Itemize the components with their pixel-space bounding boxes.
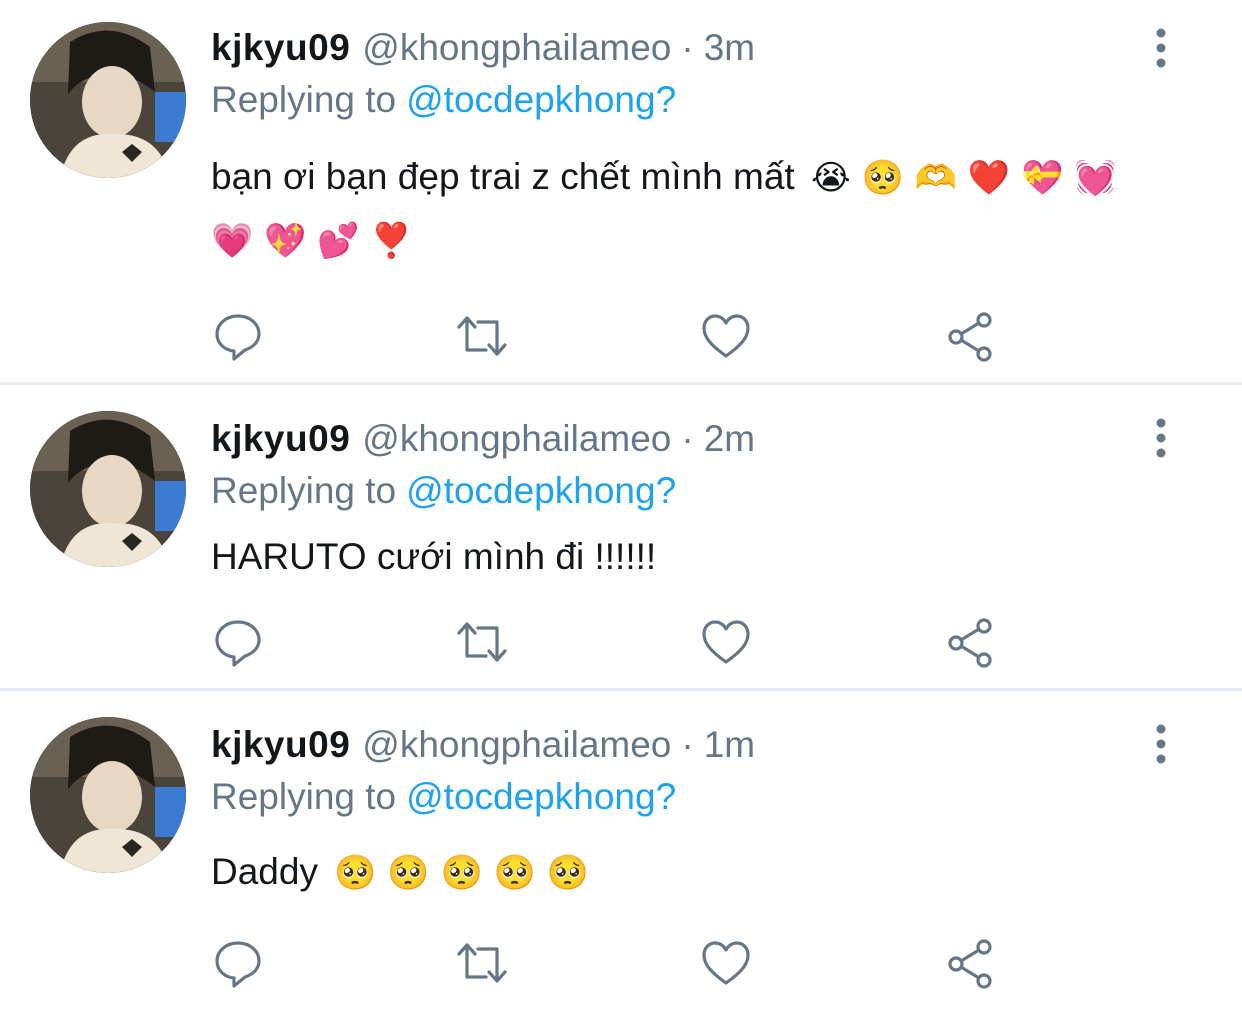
- tweet-text: bạn ơi bạn đẹp trai z chết mình mất 😭 🥺 …: [211, 146, 1191, 272]
- mention-link[interactable]: @tocdepkhong?: [406, 79, 676, 120]
- tweet-header: kjkyu09 @khongphailameo · 3m: [211, 26, 755, 70]
- timestamp[interactable]: 2m: [704, 418, 755, 459]
- replying-to: Replying to @tocdepkhong?: [211, 78, 676, 122]
- replying-to-label: Replying to: [211, 79, 397, 120]
- handle[interactable]: @khongphailameo: [362, 724, 671, 765]
- avatar[interactable]: [30, 411, 186, 567]
- avatar-photo: [30, 717, 186, 873]
- timestamp[interactable]: 1m: [704, 724, 755, 765]
- replying-to: Replying to @tocdepkhong?: [211, 469, 676, 513]
- handle[interactable]: @khongphailameo: [362, 27, 671, 68]
- username[interactable]: kjkyu09: [211, 418, 350, 459]
- emoji-line: 🥺 🥺 🥺 🥺 🥺: [334, 853, 590, 893]
- more-vertical-icon[interactable]: [1152, 724, 1170, 764]
- retweet-icon[interactable]: [456, 310, 508, 362]
- emoji-line: 💗 💖 💕 ❣️: [211, 221, 413, 261]
- tweet-text: HARUTO cưới mình đi !!!!!!: [211, 526, 1191, 588]
- tweet[interactable]: kjkyu09 @khongphailameo · 3m Replying to @to…: [0, 0, 1242, 382]
- username[interactable]: kjkyu09: [211, 27, 350, 68]
- tweet-text-line: bạn ơi bạn đẹp trai z chết mình mất: [211, 156, 795, 197]
- tweet-header: kjkyu09 @khongphailameo · 1m: [211, 723, 755, 767]
- mention-link[interactable]: @tocdepkhong?: [406, 470, 676, 511]
- avatar-photo: [30, 411, 186, 567]
- reply-icon[interactable]: [212, 616, 264, 668]
- more-vertical-icon[interactable]: [1152, 28, 1170, 68]
- reply-icon[interactable]: [212, 937, 264, 989]
- avatar-photo: [30, 22, 186, 178]
- timestamp[interactable]: 3m: [704, 27, 755, 68]
- share-icon[interactable]: [944, 616, 996, 668]
- more-vertical-icon[interactable]: [1152, 418, 1170, 458]
- tweet-header: kjkyu09 @khongphailameo · 2m: [211, 417, 755, 461]
- retweet-icon[interactable]: [456, 616, 508, 668]
- like-icon[interactable]: [700, 310, 752, 362]
- retweet-icon[interactable]: [456, 937, 508, 989]
- handle[interactable]: @khongphailameo: [362, 418, 671, 459]
- like-icon[interactable]: [700, 616, 752, 668]
- like-icon[interactable]: [700, 937, 752, 989]
- replying-to-label: Replying to: [211, 776, 397, 817]
- share-icon[interactable]: [944, 937, 996, 989]
- emoji-line: 😭 🥺 🫶 ❤️ 💝 💓: [810, 158, 1117, 198]
- separator: ·: [681, 418, 694, 459]
- mention-link[interactable]: @tocdepkhong?: [406, 776, 676, 817]
- avatar[interactable]: [30, 22, 186, 178]
- tweet-text-line: HARUTO cưới mình đi !!!!!!: [211, 536, 657, 577]
- separator: ·: [681, 27, 694, 68]
- replying-to: Replying to @tocdepkhong?: [211, 775, 676, 819]
- reply-icon[interactable]: [212, 310, 264, 362]
- tweet[interactable]: kjkyu09 @khongphailameo · 2m Replying to @to…: [0, 385, 1242, 688]
- share-icon[interactable]: [944, 310, 996, 362]
- separator: ·: [681, 724, 694, 765]
- tweet-text-line: Daddy: [211, 851, 318, 892]
- username[interactable]: kjkyu09: [211, 724, 350, 765]
- replying-to-label: Replying to: [211, 470, 397, 511]
- avatar[interactable]: [30, 717, 186, 873]
- tweet[interactable]: kjkyu09 @khongphailameo · 1m Replying to @to…: [0, 691, 1242, 1012]
- tweet-text: Daddy 🥺 🥺 🥺 🥺 🥺: [211, 841, 1191, 904]
